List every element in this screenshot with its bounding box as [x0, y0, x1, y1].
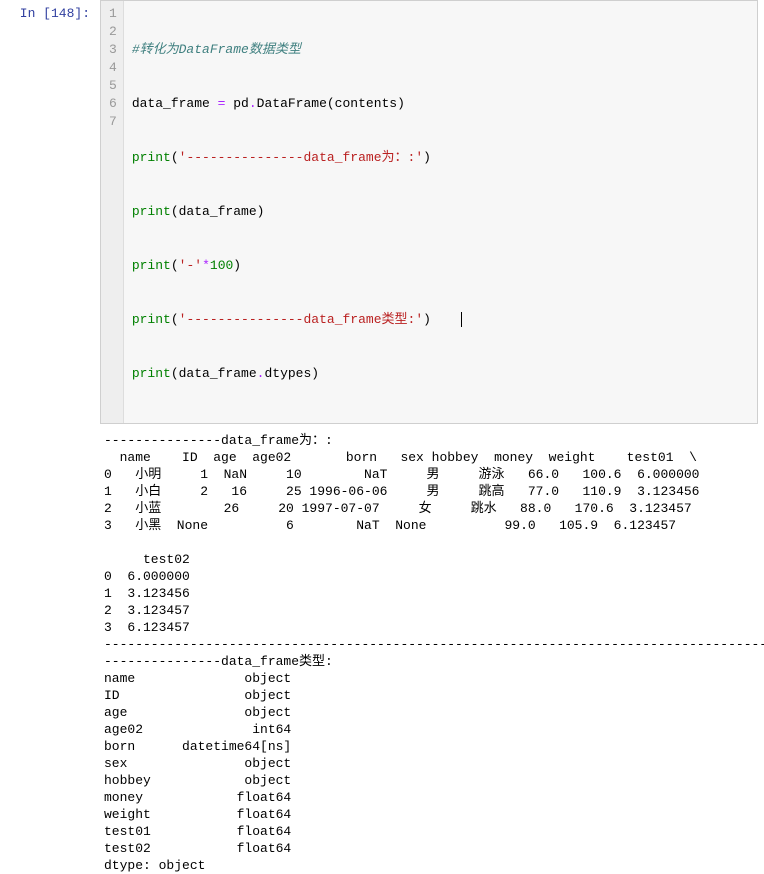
- line-number: 1: [109, 5, 117, 23]
- number-token: 100: [210, 258, 233, 273]
- ident-token: (data_frame: [171, 366, 257, 381]
- line-number: 3: [109, 41, 117, 59]
- builtin-token: print: [132, 150, 171, 165]
- code-line: print(data_frame.dtypes): [132, 365, 749, 383]
- paren-token: (: [171, 312, 179, 327]
- input-prompt: In [148]:: [0, 0, 100, 21]
- line-number-gutter: 1 2 3 4 5 6 7: [101, 1, 124, 423]
- code-line: print('---------------data_frame为：:'): [132, 149, 749, 167]
- code-line: #转化为DataFrame数据类型: [132, 41, 749, 59]
- string-cjk-token: 类型: [382, 312, 408, 327]
- text-cursor: [461, 312, 462, 327]
- ident-token: pd: [225, 96, 248, 111]
- code-line: data_frame = pd.DataFrame(contents): [132, 95, 749, 113]
- line-number: 2: [109, 23, 117, 41]
- builtin-token: print: [132, 204, 171, 219]
- output-prompt-spacer: [0, 432, 100, 874]
- ident-token: (data_frame): [171, 204, 265, 219]
- line-number: 6: [109, 95, 117, 113]
- string-token: data_frame为：:: [303, 150, 415, 165]
- output-text: ---------------data_frame为：: name ID age…: [100, 432, 764, 874]
- line-number: 5: [109, 77, 117, 95]
- code-input-area[interactable]: 1 2 3 4 5 6 7 #转化为DataFrame数据类型 data_fra…: [100, 0, 758, 424]
- string-token: data_frame: [303, 312, 381, 327]
- operator-token: *: [202, 258, 210, 273]
- ident-token: dtypes): [264, 366, 319, 381]
- output-cell: ---------------data_frame为：: name ID age…: [0, 432, 764, 874]
- string-quote: ': [194, 258, 202, 273]
- string-token: ---------------: [186, 312, 303, 327]
- paren-token: (: [171, 150, 179, 165]
- line-number: 7: [109, 113, 117, 131]
- string-quote: ': [415, 150, 423, 165]
- line-number: 4: [109, 59, 117, 77]
- comment-token: #转化为DataFrame数据类型: [132, 42, 301, 57]
- ident-token: DataFrame(contents): [257, 96, 405, 111]
- code-line: print('---------------data_frame类型:'): [132, 311, 749, 329]
- builtin-token: print: [132, 366, 171, 381]
- ident-token: data_frame: [132, 96, 218, 111]
- builtin-token: print: [132, 258, 171, 273]
- paren-token: ): [423, 150, 431, 165]
- paren-token: ): [233, 258, 241, 273]
- paren-token: (: [171, 258, 179, 273]
- input-cell: In [148]: 1 2 3 4 5 6 7 #转化为DataFrame数据类…: [0, 0, 764, 424]
- dot-token: .: [249, 96, 257, 111]
- paren-token: ): [423, 312, 431, 327]
- code-line: print('-'*100): [132, 257, 749, 275]
- builtin-token: print: [132, 312, 171, 327]
- string-quote: ': [415, 312, 423, 327]
- string-token: ---------------: [186, 150, 303, 165]
- code-line: print(data_frame): [132, 203, 749, 221]
- code-editor[interactable]: #转化为DataFrame数据类型 data_frame = pd.DataFr…: [124, 1, 757, 423]
